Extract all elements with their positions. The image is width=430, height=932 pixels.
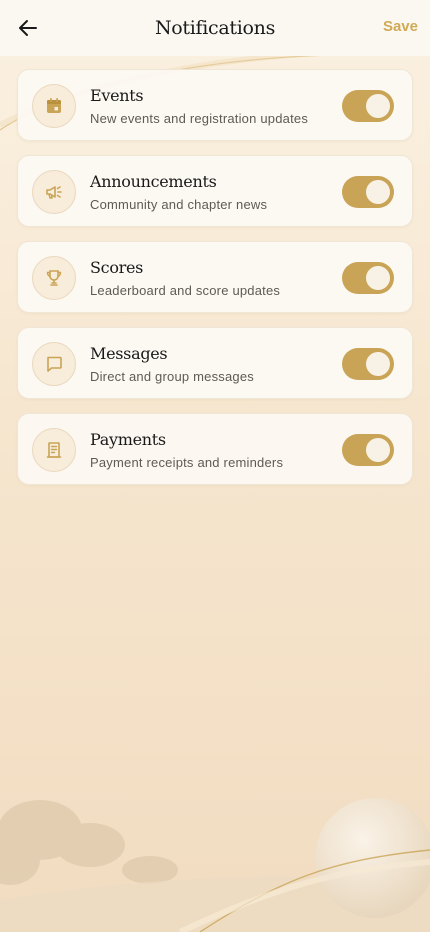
icon-badge — [32, 342, 76, 386]
message-icon — [47, 356, 62, 372]
notification-title: Scores — [90, 258, 144, 277]
notification-subtitle: Payment receipts and reminders — [90, 455, 284, 470]
notification-subtitle: New events and registration updates — [90, 111, 309, 126]
notification-subtitle: Direct and group messages — [90, 369, 254, 384]
notification-subtitle: Community and chapter news — [90, 197, 268, 212]
calendar-icon — [47, 98, 61, 113]
notification-title: Events — [90, 86, 144, 105]
back-button[interactable] — [16, 16, 40, 40]
icon-badge — [32, 428, 76, 472]
notification-title: Announcements — [90, 172, 217, 191]
notification-subtitle: Leaderboard and score updates — [90, 283, 281, 298]
save-button[interactable]: Save — [383, 18, 418, 35]
icon-badge — [32, 84, 76, 128]
notification-title: Payments — [90, 430, 166, 449]
trophy-icon — [46, 270, 62, 286]
notification-item-payments: Payments Payment receipts and reminders — [17, 413, 413, 485]
toggle-knob — [366, 180, 390, 204]
notification-item-scores: Scores Leaderboard and score updates — [17, 241, 413, 313]
toggle-knob — [366, 266, 390, 290]
notification-item-events: Events New events and registration updat… — [17, 69, 413, 141]
notification-title: Messages — [90, 344, 168, 363]
payments-toggle[interactable] — [342, 434, 394, 466]
notification-item-announcements: Announcements Community and chapter news — [17, 155, 413, 227]
icon-badge — [32, 256, 76, 300]
app-header: Notifications Save — [0, 0, 430, 56]
page-title: Notifications — [154, 17, 276, 39]
receipt-icon — [46, 442, 62, 458]
toggle-knob — [366, 352, 390, 376]
announcements-toggle[interactable] — [342, 176, 394, 208]
notification-item-messages: Messages Direct and group messages — [17, 327, 413, 399]
scores-toggle[interactable] — [342, 262, 394, 294]
icon-badge — [32, 170, 76, 214]
toggle-knob — [366, 94, 390, 118]
megaphone-icon — [46, 186, 62, 199]
messages-toggle[interactable] — [342, 348, 394, 380]
events-toggle[interactable] — [342, 90, 394, 122]
arrow-left-icon — [19, 20, 37, 36]
toggle-knob — [366, 438, 390, 462]
notification-settings-list: Events New events and registration updat… — [17, 69, 413, 499]
